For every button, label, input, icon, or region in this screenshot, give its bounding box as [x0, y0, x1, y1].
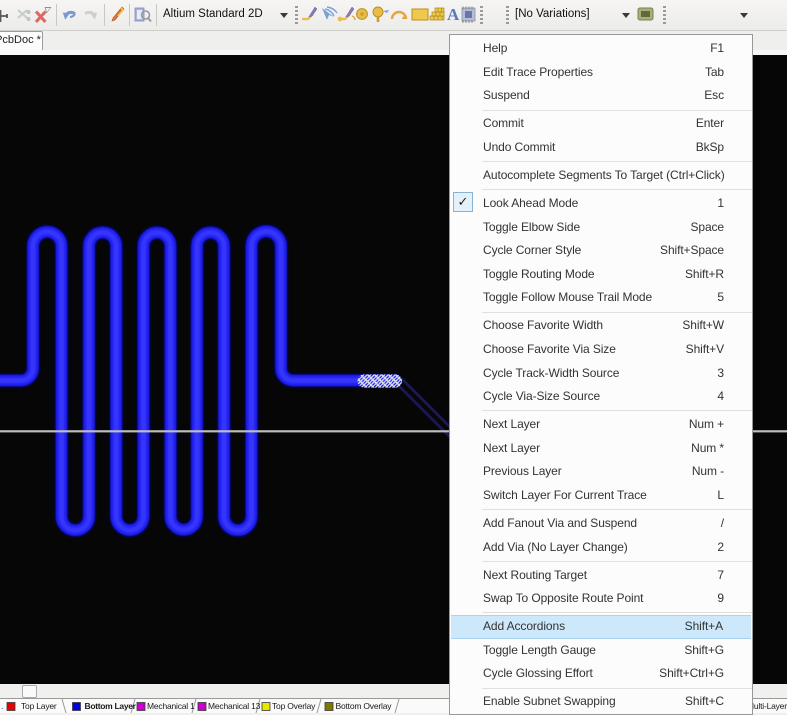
svg-text:.: . [1, 701, 3, 711]
svg-text:Top Overlay: Top Overlay [272, 701, 316, 711]
svg-text:Top Layer: Top Layer [21, 701, 57, 711]
svg-text:A: A [447, 5, 460, 24]
svg-text:Mechanical 13: Mechanical 13 [208, 701, 261, 711]
svg-text:Multi-Layer: Multi-Layer [747, 701, 787, 711]
svg-text:Bottom Overlay: Bottom Overlay [336, 701, 393, 711]
svg-text:Mechanical 1: Mechanical 1 [147, 701, 195, 711]
svg-text:Bottom Layer: Bottom Layer [85, 701, 137, 711]
